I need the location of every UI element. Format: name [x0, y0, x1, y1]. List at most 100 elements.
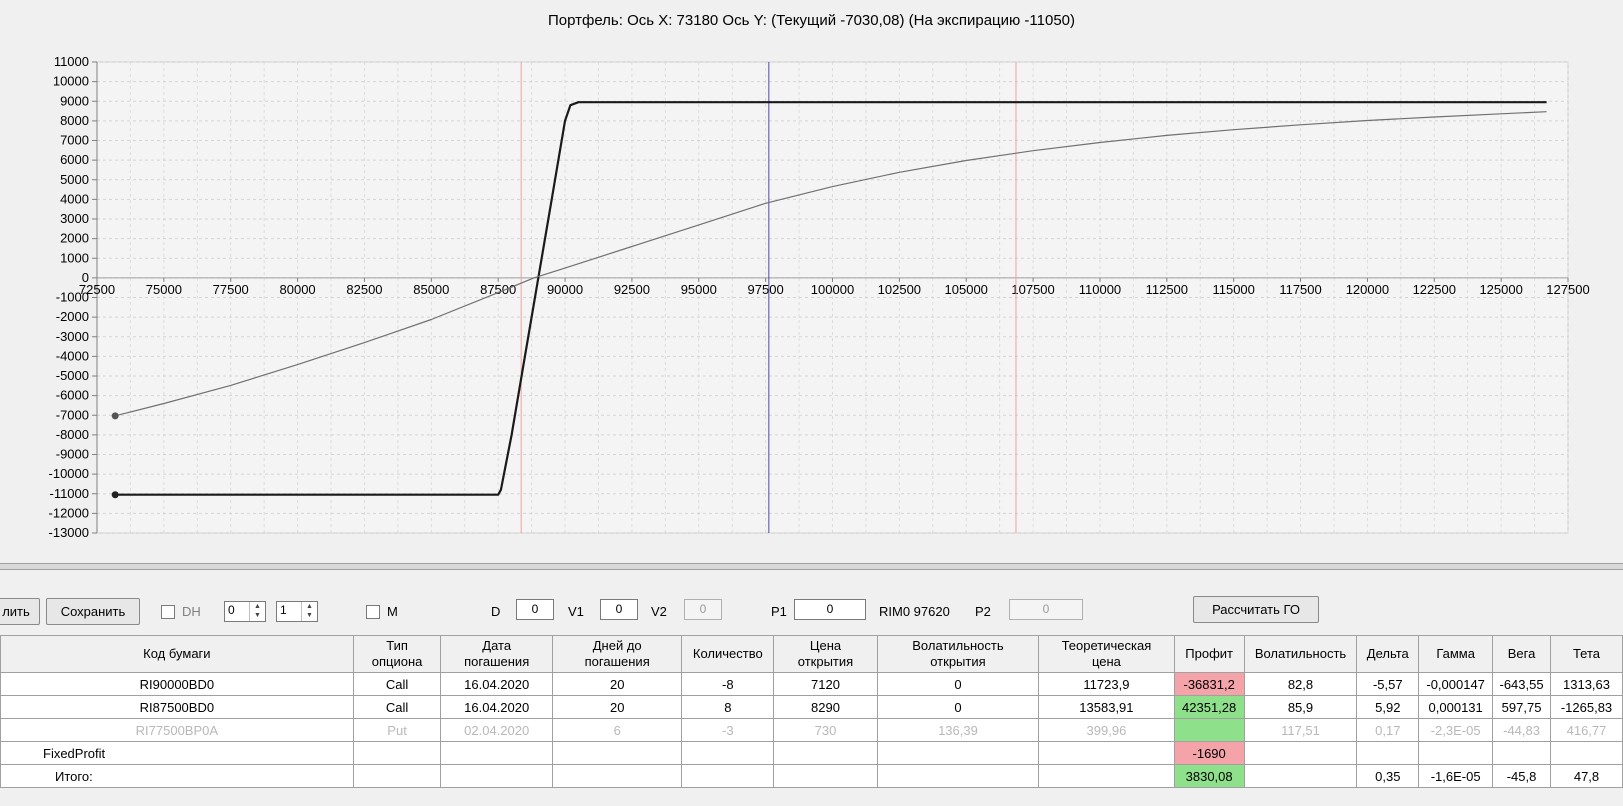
p2-field[interactable]: 0 — [1009, 599, 1083, 620]
dh-checkbox[interactable] — [161, 605, 175, 619]
y-tick-label: -6000 — [56, 388, 89, 403]
col-header-theo[interactable]: Теоретическая цена — [1038, 635, 1175, 673]
cell-date[interactable]: 02.04.2020 — [440, 718, 553, 742]
total-profit[interactable]: 3830,08 — [1173, 764, 1245, 788]
v2-field[interactable]: 0 — [684, 599, 722, 620]
partial-button[interactable]: лить — [0, 598, 40, 625]
p1-field[interactable]: 0 — [794, 599, 866, 620]
m-checkbox[interactable] — [366, 605, 380, 619]
total-vega[interactable]: -45,8 — [1492, 764, 1551, 788]
fixed-profit-value[interactable]: -1690 — [1173, 741, 1245, 765]
x-tick-label: 72500 — [79, 282, 115, 297]
cell-theo[interactable]: 11723,9 — [1038, 672, 1175, 696]
cell-vol-open[interactable]: 0 — [876, 672, 1040, 696]
cell-vega[interactable]: -643,55 — [1492, 672, 1551, 696]
table-row[interactable]: RI90000BD0 Call 16.04.2020 20 -8 7120 0 … — [0, 672, 1623, 696]
cell-type[interactable]: Call — [352, 695, 442, 719]
col-header-vol[interactable]: Волатильность — [1243, 635, 1358, 673]
cell-code[interactable]: RI77500BP0A — [0, 718, 354, 742]
cell-profit[interactable]: 42351,28 — [1173, 695, 1245, 719]
table-row[interactable]: RI77500BP0A Put 02.04.2020 6 -3 730 136,… — [0, 718, 1623, 742]
cell-theo[interactable]: 399,96 — [1038, 718, 1175, 742]
col-header-qty-text: Количество — [692, 646, 763, 661]
portfolio-chart[interactable]: 11000 10000 9000 8000 7000 6000 5000 4000 3000 20… — [0, 0, 1623, 562]
cell-code[interactable]: RI90000BD0 — [0, 672, 354, 696]
empty-cell — [1038, 764, 1175, 788]
col-header-code[interactable]: Код бумаги — [0, 635, 354, 673]
spin-1-value: 0 — [228, 603, 235, 617]
col-header-qty[interactable]: Количество — [681, 635, 775, 673]
total-theta[interactable]: 47,8 — [1550, 764, 1623, 788]
col-header-gamma[interactable]: Гамма — [1418, 635, 1494, 673]
cell-delta[interactable]: 5,92 — [1356, 695, 1420, 719]
total-gamma[interactable]: -1,6E-05 — [1418, 764, 1494, 788]
col-header-vol-open[interactable]: Волатильность открытия — [876, 635, 1040, 673]
panel-splitter[interactable] — [0, 563, 1623, 570]
cell-delta[interactable]: 0,17 — [1356, 718, 1420, 742]
cell-vol-open[interactable]: 0 — [876, 695, 1040, 719]
col-header-date[interactable]: Дата погашения — [440, 635, 553, 673]
spin-2-arrows-icon[interactable]: ▲ ▼ — [301, 602, 317, 621]
cell-days[interactable]: 20 — [551, 672, 683, 696]
col-header-date-line1: Дата — [482, 638, 512, 653]
cell-qty[interactable]: -8 — [681, 672, 775, 696]
cell-qty[interactable]: -3 — [681, 718, 775, 742]
col-header-delta[interactable]: Дельта — [1356, 635, 1420, 673]
spin-input-1[interactable]: 0 ▲ ▼ — [224, 601, 266, 622]
col-header-profit[interactable]: Профит — [1173, 635, 1245, 673]
d-field[interactable]: 0 — [516, 599, 554, 620]
v1-field[interactable]: 0 — [600, 599, 638, 620]
col-header-type-line1: Тип — [386, 638, 408, 653]
cell-type[interactable]: Call — [352, 672, 442, 696]
cell-gamma[interactable]: 0,000131 — [1418, 695, 1494, 719]
col-header-days[interactable]: Дней до погашения — [551, 635, 683, 673]
y-tick-label: -3000 — [56, 329, 89, 344]
x-tick-label: 92500 — [614, 282, 650, 297]
y-tick-label: -10000 — [49, 466, 89, 481]
rim-label: RIM0 97620 — [879, 604, 950, 619]
col-header-days-line2: погашения — [584, 654, 650, 669]
cell-gamma[interactable]: -2,3E-05 — [1418, 718, 1494, 742]
fixed-profit-row[interactable]: FixedProfit -1690 — [0, 741, 1623, 765]
cell-theta[interactable]: -1265,83 — [1550, 695, 1623, 719]
cell-vol[interactable]: 85,9 — [1243, 695, 1358, 719]
cell-date[interactable]: 16.04.2020 — [440, 672, 553, 696]
cell-theo[interactable]: 13583,91 — [1038, 695, 1175, 719]
cell-vol[interactable]: 117,51 — [1243, 718, 1358, 742]
cell-profit[interactable] — [1173, 718, 1245, 742]
cell-theta[interactable]: 1313,63 — [1550, 672, 1623, 696]
x-tick-label: 95000 — [681, 282, 717, 297]
cell-days[interactable]: 20 — [551, 695, 683, 719]
cell-type[interactable]: Put — [352, 718, 442, 742]
cell-price[interactable]: 8290 — [773, 695, 878, 719]
spin-input-2[interactable]: 1 ▲ ▼ — [276, 601, 318, 622]
total-row[interactable]: Итого: 3830,08 0,35 -1,6E-05 -45,8 47,8 — [0, 764, 1623, 788]
cell-vol[interactable]: 82,8 — [1243, 672, 1358, 696]
cell-delta[interactable]: -5,57 — [1356, 672, 1420, 696]
cell-gamma[interactable]: -0,000147 — [1418, 672, 1494, 696]
cell-qty[interactable]: 8 — [681, 695, 775, 719]
cell-price[interactable]: 730 — [773, 718, 878, 742]
calculate-go-button[interactable]: Рассчитать ГО — [1193, 596, 1319, 623]
cell-vol-open[interactable]: 136,39 — [876, 718, 1040, 742]
col-header-delta-text: Дельта — [1366, 646, 1409, 661]
cell-date[interactable]: 16.04.2020 — [440, 695, 553, 719]
cell-vega[interactable]: 597,75 — [1492, 695, 1551, 719]
col-header-price[interactable]: Цена открытия — [773, 635, 878, 673]
p2-label: P2 — [975, 604, 991, 619]
total-delta[interactable]: 0,35 — [1356, 764, 1420, 788]
cell-days[interactable]: 6 — [551, 718, 683, 742]
cell-theta[interactable]: 416,77 — [1550, 718, 1623, 742]
cell-code[interactable]: RI87500BD0 — [0, 695, 354, 719]
table-row[interactable]: RI87500BD0 Call 16.04.2020 20 8 8290 0 1… — [0, 695, 1623, 719]
v1-label: V1 — [568, 604, 584, 619]
cell-vega[interactable]: -44,83 — [1492, 718, 1551, 742]
spin-1-arrows-icon[interactable]: ▲ ▼ — [249, 602, 265, 621]
cell-price[interactable]: 7120 — [773, 672, 878, 696]
cell-profit[interactable]: -36831,2 — [1173, 672, 1245, 696]
save-button[interactable]: Сохранить — [46, 598, 140, 625]
col-header-type[interactable]: Тип опциона — [352, 635, 442, 673]
col-header-theta[interactable]: Тета — [1550, 635, 1623, 673]
empty-cell — [1492, 741, 1551, 765]
col-header-vega[interactable]: Вега — [1492, 635, 1551, 673]
